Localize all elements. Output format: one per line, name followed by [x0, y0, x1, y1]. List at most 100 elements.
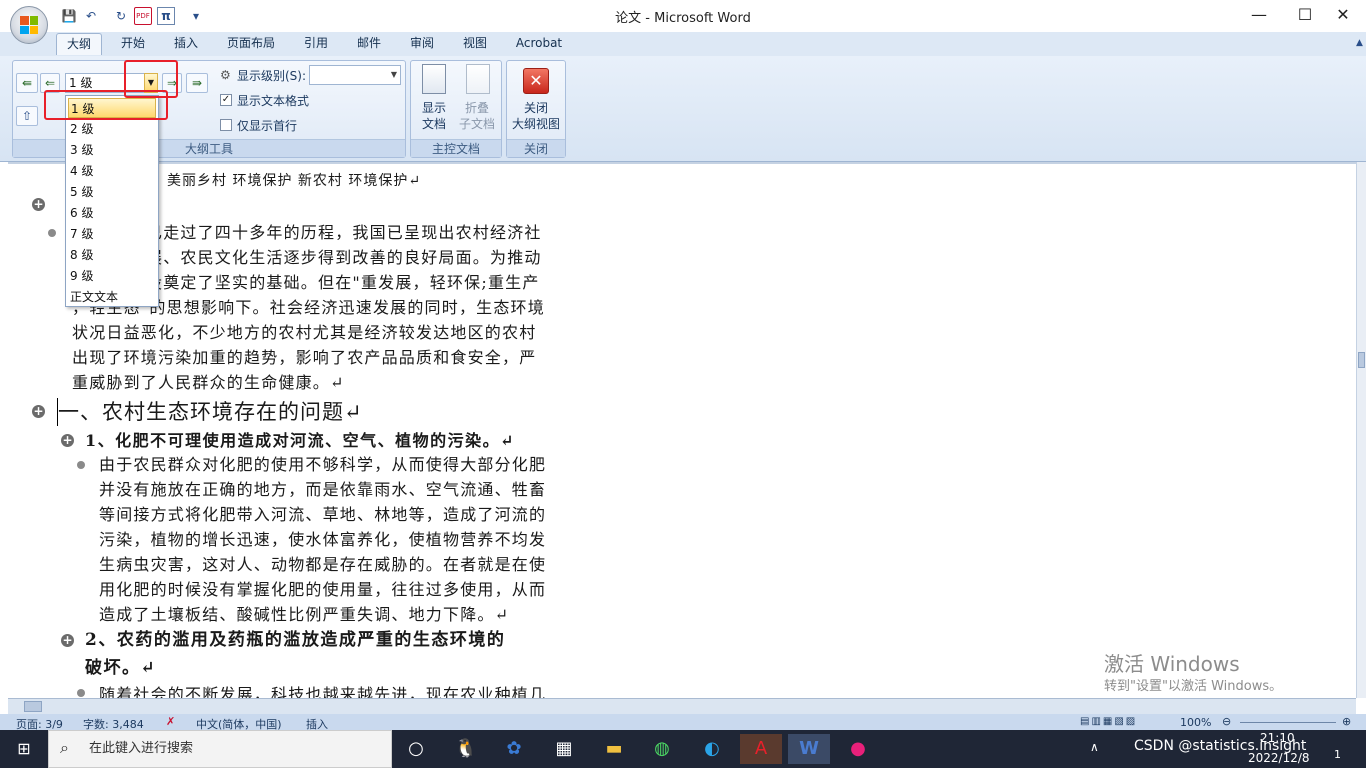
para-line: 造成了土壤板结、酸碱性比例严重失调、地力下降。↵ — [99, 605, 510, 624]
show-first-line-only-checkbox[interactable] — [220, 119, 232, 131]
status-bar: 页面: 3/9 字数: 3,484 ✗ 中文(简体，中国) 插入 ▤▥▦▧▨ 1… — [0, 714, 1366, 731]
master-document-label: 主控文档 — [411, 139, 501, 157]
para-line: 用化肥的时候没有掌握化肥的使用量，往往过多使用，从而 — [99, 580, 547, 599]
outline-level-dropdown-list: 1 级 2 级 3 级 4 级 5 级 6 级 7 级 8 级 9 级 正文文本 — [65, 95, 159, 307]
zoom-slider[interactable] — [1240, 722, 1336, 723]
calculator-icon[interactable]: ▦ — [544, 734, 584, 764]
intro-line: 已走过了四十多年的历程，我国已呈现出农村经济社 — [146, 223, 542, 242]
file-explorer-icon[interactable]: ▬ — [594, 734, 634, 764]
intro-line: 展、农民文化生活逐步得到改善的良好局面。为推动 — [146, 248, 542, 267]
minimize-button[interactable]: — — [1236, 0, 1282, 32]
vertical-scroll-thumb[interactable] — [1358, 352, 1365, 368]
tab-home[interactable]: 开始 — [110, 33, 156, 55]
show-level-icon: ⚙ — [220, 68, 231, 82]
collapse-subdocuments-button: 折叠 子文档 — [458, 101, 495, 131]
close-window-button[interactable]: ✕ — [1320, 0, 1366, 32]
intro-line: 状况日益恶化，不少地方的农村尤其是经济较发达地区的农村 — [72, 323, 537, 342]
csdn-watermark: CSDN @statistics.insight — [1134, 738, 1307, 754]
activate-windows-hint: 转到"设置"以激活 Windows。 — [1104, 679, 1283, 694]
office-logo-icon — [20, 16, 38, 34]
demote-to-body-icon[interactable]: ⇛ — [186, 73, 208, 93]
tab-page-layout[interactable]: 页面布局 — [220, 33, 282, 55]
intro-line: 出现了环境污染加重的趋势，影响了农产品品质和食安全，严 — [72, 348, 537, 367]
para-line: 等间接方式将化肥带入河流、草地、林地等，造成了河流的 — [99, 505, 547, 524]
collapse-subdocuments-icon — [466, 64, 490, 94]
level-option-6[interactable]: 6 级 — [68, 203, 156, 223]
para-line: 随着社会的不断发展，科技也越来越先进，现在农业种植几 — [99, 685, 547, 698]
show-level-combo[interactable]: ▼ — [309, 65, 401, 85]
tab-review[interactable]: 审阅 — [399, 33, 445, 55]
level-option-4[interactable]: 4 级 — [68, 161, 156, 181]
notification-count[interactable]: 1 — [1334, 748, 1341, 761]
wechat-icon[interactable]: ◍ — [642, 734, 682, 764]
heading-level2[interactable]: 1、化肥不可理使用造成对河流、空气、植物的污染。↵ — [85, 427, 515, 454]
activate-windows-watermark: 激活 Windows — [1104, 652, 1240, 676]
tab-outline[interactable]: 大纲 — [56, 33, 102, 55]
tray-chevron-icon[interactable]: ∧ — [1090, 740, 1099, 754]
close-outline-view-icon[interactable]: ✕ — [523, 68, 549, 94]
window-title: 论文 - Microsoft Word — [615, 11, 751, 26]
level-option-3[interactable]: 3 级 — [68, 140, 156, 160]
highlight-box-level1 — [44, 90, 168, 120]
para-line: 并没有施放在正确的地方，而是依靠雨水、空气流通、牲畜 — [99, 480, 547, 499]
task-view-icon[interactable]: ○ — [396, 734, 436, 764]
level-option-5[interactable]: 5 级 — [68, 182, 156, 202]
word-taskbar-icon[interactable]: W — [788, 734, 830, 764]
level-option-8[interactable]: 8 级 — [68, 245, 156, 265]
app-pink-icon[interactable]: ● — [838, 734, 878, 764]
zoom-in-icon[interactable]: ⊕ — [1342, 715, 1351, 728]
body-text-bullet — [77, 689, 85, 697]
keywords-line: 美丽乡村 环境保护 新农村 环境保护↵ — [167, 173, 422, 189]
intro-line: 设奠定了坚实的基础。但在"重发展，轻环保;重生产 — [146, 273, 540, 292]
heading-level2[interactable]: 2、农药的滥用及药瓶的滥放造成严重的生态环境的 — [85, 627, 505, 654]
move-up-icon[interactable]: ⇧ — [16, 106, 38, 126]
para-line: 污染，植物的增长迅速，使水体富养化，使植物营养不均发 — [99, 530, 547, 549]
body-text-bullet — [48, 229, 56, 237]
intro-line: 重威胁到了人民群众的生命健康。↵ — [72, 373, 345, 392]
level-option-2[interactable]: 2 级 — [68, 119, 156, 139]
search-icon: ⌕ — [60, 738, 69, 757]
close-group-label: 关闭 — [507, 139, 565, 157]
qq-icon[interactable]: 🐧 — [446, 734, 486, 764]
tab-view[interactable]: 视图 — [452, 33, 498, 55]
body-text-bullet — [77, 461, 85, 469]
show-level-label: 显示级别(S): — [237, 69, 307, 83]
tab-references[interactable]: 引用 — [293, 33, 339, 55]
level-option-9[interactable]: 9 级 — [68, 266, 156, 286]
vertical-scrollbar[interactable] — [1356, 162, 1366, 698]
proofing-icon[interactable]: ✗ — [166, 715, 175, 728]
taskbar-search-box[interactable]: 在此键入进行搜索 — [48, 730, 392, 768]
para-line: 由于农民群众对化肥的使用不够科学，从而使得大部分化肥 — [99, 455, 547, 474]
close-outline-view-button[interactable]: 关闭 大纲视图 — [508, 100, 564, 132]
tab-insert[interactable]: 插入 — [163, 33, 209, 55]
acrobat-icon[interactable]: A — [740, 734, 782, 764]
app-blue-icon[interactable]: ✿ — [494, 734, 534, 764]
horizontal-scrollbar[interactable] — [8, 698, 1356, 714]
tab-mailings[interactable]: 邮件 — [346, 33, 392, 55]
show-document-button[interactable]: 显示 文档 — [414, 100, 454, 132]
expand-heading-icon[interactable]: + — [32, 198, 45, 211]
tab-acrobat[interactable]: Acrobat — [510, 33, 568, 55]
view-buttons-icon[interactable]: ▤▥▦▧▨ — [1080, 716, 1137, 727]
show-first-line-only-label: 仅显示首行 — [237, 119, 298, 133]
zoom-out-icon[interactable]: ⊖ — [1222, 715, 1231, 728]
expand-heading-icon[interactable]: + — [61, 634, 74, 647]
heading-level2-cont[interactable]: 破坏。↵ — [85, 655, 156, 682]
promote-to-heading1-icon[interactable]: ⇚ — [16, 73, 38, 93]
show-document-icon[interactable] — [422, 64, 446, 94]
show-text-format-label: 显示文本格式 — [237, 94, 310, 108]
level-option-body-text[interactable]: 正文文本 — [68, 287, 156, 307]
edge-icon[interactable]: ◐ — [692, 734, 732, 764]
heading-level1[interactable]: 一、农村生态环境存在的问题↵ — [58, 399, 363, 425]
help-icon[interactable]: ▲ — [1356, 38, 1364, 52]
windows-start-icon[interactable]: ⊞ — [4, 734, 44, 764]
ruler-edge — [8, 162, 1356, 164]
zoom-level[interactable]: 100% — [1180, 716, 1211, 729]
level-option-7[interactable]: 7 级 — [68, 224, 156, 244]
para-line: 生病虫灾害，这对人、动物都是存在威胁的。在者就是在使 — [99, 555, 547, 574]
office-button[interactable] — [10, 6, 48, 44]
show-text-format-checkbox[interactable]: ✓ — [220, 94, 232, 106]
expand-heading-icon[interactable]: + — [61, 434, 74, 447]
expand-heading-icon[interactable]: + — [32, 405, 45, 418]
horizontal-scroll-thumb[interactable] — [24, 701, 42, 712]
